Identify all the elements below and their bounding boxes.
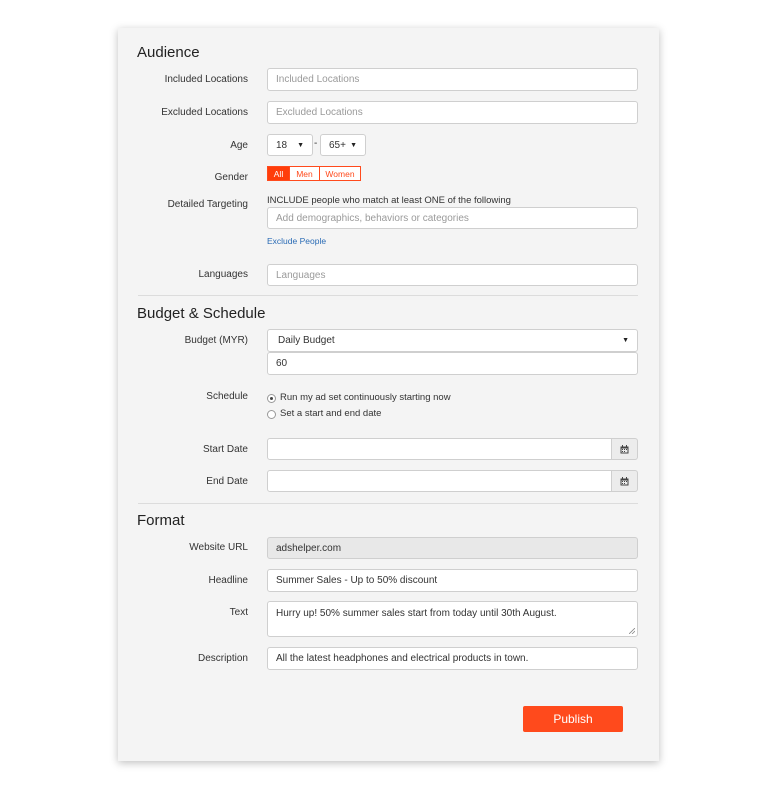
calendar-icon <box>620 444 629 453</box>
languages-placeholder: Languages <box>276 269 326 281</box>
age-label: Age <box>230 140 248 151</box>
age-max-select[interactable]: 65+ ▼ <box>320 134 366 156</box>
languages-label: Languages <box>198 269 249 280</box>
gender-men-button[interactable]: Men <box>290 166 320 181</box>
detailed-targeting-placeholder: Add demographics, behaviors or categorie… <box>276 212 469 224</box>
caret-down-icon: ▼ <box>350 141 357 149</box>
start-date-input[interactable] <box>267 438 612 460</box>
exclude-people-link[interactable]: Exclude People <box>267 236 326 246</box>
caret-down-icon: ▼ <box>622 337 629 344</box>
end-date-label: End Date <box>206 476 248 487</box>
headline-input[interactable]: Summer Sales - Up to 50% discount <box>267 569 638 592</box>
website-url-input: adshelper.com <box>267 537 638 559</box>
gender-all-button[interactable]: All <box>267 166 290 181</box>
languages-input[interactable]: Languages <box>267 264 638 286</box>
ad-form-card: Audience Included Locations Included Loc… <box>118 28 659 761</box>
description-input[interactable]: All the latest headphones and electrical… <box>267 647 638 670</box>
publish-button[interactable]: Publish <box>523 706 623 732</box>
budget-amount-value: 60 <box>276 358 288 369</box>
website-url-label: Website URL <box>189 542 248 553</box>
calendar-icon <box>620 476 629 485</box>
start-date-label: Start Date <box>202 444 248 455</box>
website-url-value: adshelper.com <box>276 542 342 554</box>
text-textarea[interactable]: Hurry up! 50% summer sales start from to… <box>267 601 638 637</box>
resize-handle-icon[interactable] <box>629 628 635 634</box>
schedule-dates-radio[interactable] <box>267 410 276 419</box>
excluded-locations-placeholder: Excluded Locations <box>276 107 363 118</box>
schedule-continuous-label: Run my ad set continuously starting now <box>280 392 451 403</box>
budget-type-value: Daily Budget <box>278 335 335 346</box>
text-value: Hurry up! 50% summer sales start from to… <box>276 608 557 619</box>
budget-schedule-heading: Budget & Schedule <box>137 305 266 322</box>
schedule-label: Schedule <box>206 391 248 402</box>
budget-type-select[interactable]: Daily Budget ▼ <box>267 329 638 352</box>
headline-label: Headline <box>208 575 248 586</box>
detailed-targeting-label: Detailed Targeting <box>167 199 248 210</box>
schedule-continuous-radio[interactable] <box>267 394 276 403</box>
audience-heading: Audience <box>137 44 200 61</box>
section-divider <box>138 503 638 504</box>
end-date-input[interactable] <box>267 470 612 492</box>
text-label: Text <box>229 607 248 618</box>
description-label: Description <box>197 653 248 664</box>
budget-amount-input[interactable]: 60 <box>267 352 638 375</box>
age-separator: - <box>314 138 318 149</box>
caret-down-icon: ▼ <box>297 141 304 149</box>
included-locations-placeholder: Included Locations <box>276 74 360 85</box>
included-locations-label: Included Locations <box>164 74 248 85</box>
excluded-locations-label: Excluded Locations <box>161 107 248 118</box>
start-date-calendar-button[interactable] <box>612 438 638 460</box>
excluded-locations-input[interactable]: Excluded Locations <box>267 101 638 124</box>
end-date-calendar-button[interactable] <box>612 470 638 492</box>
included-locations-input[interactable]: Included Locations <box>267 68 638 91</box>
schedule-dates-label: Set a start and end date <box>280 408 382 419</box>
budget-label: Budget (MYR) <box>184 335 248 346</box>
gender-women-button[interactable]: Women <box>320 166 361 181</box>
age-min-select[interactable]: 18 ▼ <box>267 134 313 156</box>
detailed-targeting-hint: INCLUDE people who match at least ONE of… <box>267 195 511 206</box>
detailed-targeting-input[interactable]: Add demographics, behaviors or categorie… <box>267 207 638 229</box>
section-divider <box>138 295 638 296</box>
age-max-value: 65+ <box>329 139 346 151</box>
gender-label: Gender <box>214 172 248 183</box>
format-heading: Format <box>137 512 185 529</box>
age-min-value: 18 <box>276 139 288 151</box>
headline-value: Summer Sales - Up to 50% discount <box>276 575 438 586</box>
description-value: All the latest headphones and electrical… <box>276 653 529 664</box>
